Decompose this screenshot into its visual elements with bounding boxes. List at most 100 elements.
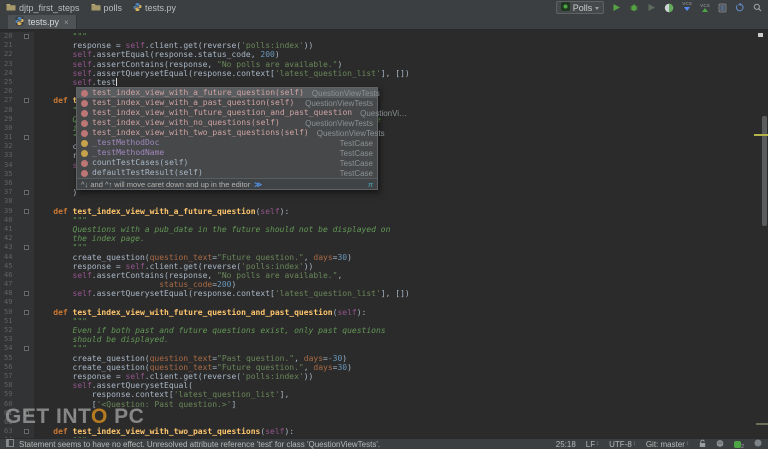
debug-icon[interactable] <box>629 1 639 14</box>
line-number[interactable]: 51 <box>0 317 20 326</box>
line-number[interactable]: 36 <box>0 179 20 188</box>
fold-marker-icon[interactable] <box>24 209 29 214</box>
line-number[interactable]: 50 <box>0 308 20 317</box>
vcs-update-icon[interactable]: VCS <box>682 1 692 14</box>
gutter-fold-column[interactable] <box>20 289 34 298</box>
line-number[interactable]: 55 <box>0 354 20 363</box>
code-text[interactable]: """ <box>34 243 87 252</box>
line-number[interactable]: 52 <box>0 326 20 335</box>
code-text[interactable]: self.assertContains(response, "No polls … <box>34 60 342 69</box>
line-number[interactable]: 41 <box>0 225 20 234</box>
warning-stripe-mark[interactable] <box>754 134 768 136</box>
rollback-icon[interactable] <box>735 1 745 14</box>
line-number[interactable]: 31 <box>0 133 20 142</box>
code-text[interactable]: response = self.client.get(reverse('poll… <box>34 41 313 50</box>
completion-item[interactable]: _testMethodNameTestCase <box>77 148 377 158</box>
stripe-mark[interactable] <box>756 423 768 425</box>
tab-tests-py[interactable]: tests.py × <box>8 15 77 29</box>
run-coverage-icon[interactable] <box>647 1 656 14</box>
completion-item[interactable]: defaultTestResult(self)TestCase <box>77 168 377 178</box>
line-number[interactable]: 43 <box>0 243 20 252</box>
fold-marker-icon[interactable] <box>24 190 29 195</box>
fold-marker-icon[interactable] <box>24 291 29 296</box>
line-number[interactable]: 22 <box>0 50 20 59</box>
close-tab-icon[interactable]: × <box>64 18 69 27</box>
code-text[interactable]: should be displayed. <box>34 335 169 344</box>
completion-item[interactable]: countTestCases(self)TestCase <box>77 158 377 168</box>
completion-item[interactable]: test_index_view_with_no_questions(self)Q… <box>77 118 377 128</box>
code-text[interactable]: self.assertQuerysetEqual( <box>34 381 193 390</box>
fold-marker-icon[interactable] <box>24 34 29 39</box>
code-text[interactable]: def test_index_view_with_a_future_questi… <box>34 207 289 216</box>
line-number[interactable]: 56 <box>0 363 20 372</box>
code-text[interactable]: self.test <box>34 78 117 87</box>
code-text[interactable]: self.assertQuerysetEqual(response.contex… <box>34 69 410 78</box>
status-widget-git-master[interactable]: Git: master↕ <box>646 440 689 449</box>
code-text[interactable]: Even if both past and future questions e… <box>34 326 386 335</box>
line-number[interactable]: 59 <box>0 390 20 399</box>
line-number[interactable]: 49 <box>0 298 20 307</box>
inspection-indicator-icon[interactable] <box>758 33 763 37</box>
line-number[interactable]: 21 <box>0 41 20 50</box>
line-number[interactable]: 20 <box>0 32 20 41</box>
line-number[interactable]: 48 <box>0 289 20 298</box>
vcs-commit-icon[interactable]: VCS <box>700 1 710 14</box>
line-number[interactable]: 32 <box>0 142 20 151</box>
code-text[interactable]: create_question(question_text="Future qu… <box>34 363 352 372</box>
code-text[interactable]: self.assertEqual(response.status_code, 2… <box>34 50 280 59</box>
line-number[interactable]: 40 <box>0 216 20 225</box>
line-number[interactable]: 29 <box>0 115 20 124</box>
breadcrumb-item-tests-py[interactable]: tests.py <box>133 2 176 14</box>
editor[interactable]: 20 """ 21 response = self.client.get(reve… <box>0 31 768 438</box>
gutter-fold-column[interactable] <box>20 96 34 105</box>
fold-marker-icon[interactable] <box>24 135 29 140</box>
code-text[interactable]: """ <box>34 317 87 326</box>
code-text[interactable]: response.context['latest_question_list']… <box>34 390 289 399</box>
line-number[interactable]: 33 <box>0 151 20 160</box>
line-number[interactable]: 58 <box>0 381 20 390</box>
toggle-toolwindows-icon[interactable] <box>6 439 14 449</box>
lock-icon[interactable] <box>699 439 706 449</box>
gutter-fold-column[interactable] <box>20 207 34 216</box>
fold-marker-icon[interactable] <box>24 429 29 434</box>
code-text[interactable]: create_question(question_text="Future qu… <box>34 253 352 262</box>
more-link[interactable]: ≫ <box>254 180 262 189</box>
completion-item[interactable]: test_index_view_with_future_question_and… <box>77 108 377 118</box>
line-number[interactable]: 27 <box>0 96 20 105</box>
line-number[interactable]: 24 <box>0 69 20 78</box>
fold-marker-icon[interactable] <box>24 98 29 103</box>
code-text[interactable]: Questions with a pub_date in the future … <box>34 225 390 234</box>
completion-item[interactable]: test_index_view_with_a_past_question(sel… <box>77 98 377 108</box>
diff-icon[interactable] <box>718 1 727 14</box>
completion-item[interactable]: _testMethodDocTestCase <box>77 138 377 148</box>
inspector-profile-icon[interactable] <box>716 439 724 449</box>
code-text[interactable]: create_question(question_text="Past ques… <box>34 354 347 363</box>
fold-marker-icon[interactable] <box>24 245 29 250</box>
line-number[interactable]: 26 <box>0 87 20 96</box>
line-number[interactable]: 46 <box>0 271 20 280</box>
status-widget-utf-8[interactable]: UTF-8↕ <box>609 440 636 449</box>
gutter-fold-column[interactable] <box>20 308 34 317</box>
line-number[interactable]: 34 <box>0 161 20 170</box>
code-text[interactable]: def test_index_view_with_future_question… <box>34 308 366 317</box>
line-number[interactable]: 35 <box>0 170 20 179</box>
completion-item[interactable]: test_index_view_with_a_future_question(s… <box>77 88 377 98</box>
gutter-fold-column[interactable] <box>20 133 34 142</box>
gutter-fold-column[interactable] <box>20 32 34 41</box>
background-tasks-icon[interactable] <box>754 439 762 449</box>
breadcrumb-item-djtp_first_steps[interactable]: djtp_first_steps <box>6 2 80 13</box>
line-number[interactable]: 28 <box>0 106 20 115</box>
profiler-icon[interactable] <box>664 1 674 14</box>
search-icon[interactable] <box>753 1 762 14</box>
code-text[interactable]: self.assertQuerysetEqual(response.contex… <box>34 289 410 298</box>
gutter-fold-column[interactable] <box>20 188 34 197</box>
line-number[interactable]: 30 <box>0 124 20 133</box>
line-number[interactable]: 38 <box>0 197 20 206</box>
line-number[interactable]: 23 <box>0 60 20 69</box>
code-text[interactable]: response = self.client.get(reverse('poll… <box>34 372 313 381</box>
code-text[interactable]: the index page. <box>34 234 145 243</box>
scrollbar-thumb[interactable] <box>762 116 767 226</box>
line-number[interactable]: 42 <box>0 234 20 243</box>
run-icon[interactable] <box>612 1 621 14</box>
run-config-selector[interactable]: Polls <box>556 1 605 14</box>
